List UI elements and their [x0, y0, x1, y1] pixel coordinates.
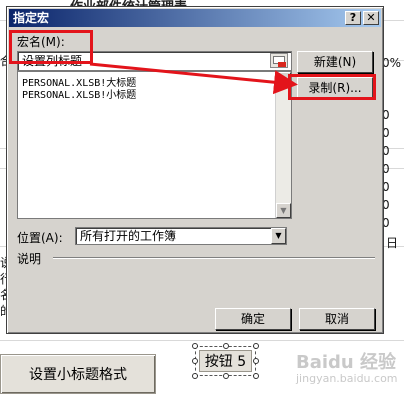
help-button[interactable]: ? [345, 11, 361, 25]
ok-button[interactable]: 确定 [215, 308, 291, 330]
grid-line [0, 340, 404, 341]
cell-value: 日 [386, 236, 399, 250]
dialog-title: 指定宏 [13, 11, 50, 25]
description-divider [53, 257, 375, 259]
watermark-logo: Baidu 经验 [296, 352, 397, 373]
range-picker-icon[interactable] [270, 53, 288, 68]
annotation-box-record [288, 74, 376, 100]
resize-handle[interactable] [253, 373, 259, 379]
macro-list[interactable]: PERSONAL.XLSB!大标题 PERSONAL.XLSB!小标题 ▲ ▼ [17, 71, 292, 219]
location-value: 所有打开的工作簿 [80, 229, 177, 243]
resize-handle[interactable] [253, 343, 259, 349]
scroll-down-icon[interactable]: ▼ [276, 203, 291, 218]
resize-handle[interactable] [192, 358, 198, 364]
cell-value: 0% [382, 56, 402, 70]
macro-list-item[interactable]: PERSONAL.XLSB!小标题 [22, 86, 136, 101]
resize-handle[interactable] [253, 358, 259, 364]
close-button[interactable]: ✕ [363, 11, 379, 25]
annotation-box-macro-name [9, 30, 93, 64]
button-5[interactable]: 按钮 5 [199, 350, 252, 372]
resize-handle[interactable] [223, 343, 229, 349]
location-label: 位置(A): [17, 231, 63, 245]
resize-handle[interactable] [223, 373, 229, 379]
resize-handle[interactable] [192, 343, 198, 349]
new-button[interactable]: 新建(N) [297, 51, 373, 73]
selected-form-button[interactable]: 按钮 5 [192, 343, 259, 379]
dropdown-arrow-icon[interactable]: ▼ [271, 228, 286, 244]
dialog-titlebar: 指定宏 ? ✕ [9, 9, 381, 27]
description-label: 说明 [17, 252, 42, 266]
cancel-button[interactable]: 取消 [299, 308, 375, 330]
watermark-url: jingyan.baidu.com [296, 372, 398, 385]
resize-handle[interactable] [192, 373, 198, 379]
format-subtitle-button[interactable]: 设置小标题格式 [0, 354, 156, 394]
location-select[interactable]: 所有打开的工作簿 ▼ [75, 227, 287, 245]
